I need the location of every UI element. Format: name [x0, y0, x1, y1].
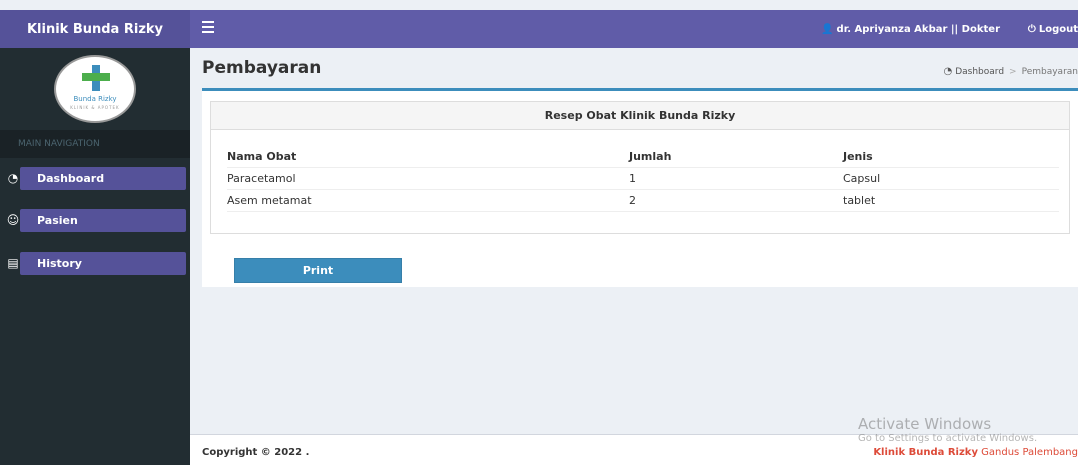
payment-box: Resep Obat Klinik Bunda Rizky Nama Obat …	[202, 88, 1078, 287]
breadcrumb: ◔ Dashboard > Pembayaran	[943, 66, 1078, 77]
table-cell: tablet	[843, 194, 876, 207]
sidebar-item-label: History	[37, 257, 82, 270]
clinic-logo: Bunda Rizky KLINIK & APOTEK	[54, 55, 136, 123]
user-name: dr. Apriyanza Akbar || Dokter	[836, 23, 1000, 35]
nav-header: MAIN NAVIGATION	[0, 130, 190, 158]
users-icon: ☺	[6, 213, 20, 227]
logo-subtext: KLINIK & APOTEK	[70, 105, 120, 110]
user-menu[interactable]: 👤 dr. Apriyanza Akbar || Dokter	[821, 10, 1000, 48]
activation-watermark-title: Activate Windows	[858, 415, 992, 433]
logout-label: Logout	[1038, 23, 1078, 35]
table-row: Asem metamat 2 tablet	[227, 190, 1059, 212]
sidebar-item-history[interactable]: ▤ History	[7, 252, 186, 275]
credit-brand[interactable]: Klinik Bunda Rizky	[873, 447, 978, 458]
footer-credit: Klinik Bunda Rizky Gandus Palembang	[873, 447, 1078, 458]
logout-button[interactable]: ⏻ Logout	[1028, 10, 1078, 48]
brand-logo[interactable]: Klinik Bunda Rizky	[0, 10, 190, 48]
table-cell: Asem metamat	[227, 194, 312, 207]
dashboard-icon: ◔	[7, 171, 19, 185]
power-icon: ⏻	[1027, 23, 1036, 35]
user-icon: 👤	[821, 23, 834, 35]
copyright-text: Copyright © 2022 .	[202, 447, 310, 458]
prescription-panel: Resep Obat Klinik Bunda Rizky Nama Obat …	[210, 101, 1070, 234]
user-panel: Bunda Rizky KLINIK & APOTEK	[0, 48, 190, 130]
print-button[interactable]: Print	[234, 258, 402, 283]
book-icon: ▤	[7, 256, 19, 270]
table-cell: Paracetamol	[227, 172, 296, 185]
sidebar-item-pasien[interactable]: ☺ Pasien	[7, 209, 186, 232]
logo-text: Bunda Rizky	[73, 95, 117, 103]
activation-watermark-text: Go to Settings to activate Windows.	[858, 433, 1038, 444]
dashboard-icon: ◔	[943, 66, 953, 77]
prescription-title: Resep Obat Klinik Bunda Rizky	[211, 102, 1069, 130]
table-cell: Capsul	[843, 172, 881, 185]
prescription-table: Nama Obat Jumlah Jenis Paracetamol 1 Cap…	[227, 146, 1059, 212]
sidebar-item-dashboard[interactable]: ◔ Dashboard	[8, 167, 186, 190]
hamburger-menu-icon[interactable]	[202, 21, 214, 35]
brand-title: Klinik Bunda Rizky	[26, 21, 164, 37]
cross-icon	[82, 65, 110, 91]
top-navbar: 👤 dr. Apriyanza Akbar || Dokter ⏻ Logout	[190, 10, 1078, 48]
column-header: Nama Obat	[227, 150, 297, 163]
breadcrumb-current: Pembayaran	[1021, 66, 1078, 77]
table-cell: 2	[629, 194, 636, 207]
page-title: Pembayaran	[202, 58, 322, 78]
credit-location: Gandus Palembang	[981, 447, 1078, 458]
sidebar: Klinik Bunda Rizky Bunda Rizky KLINIK & …	[0, 10, 190, 465]
sidebar-item-label: Pasien	[37, 214, 78, 227]
sidebar-item-label: Dashboard	[37, 172, 105, 185]
column-header: Jenis	[843, 150, 873, 163]
column-header: Jumlah	[629, 150, 672, 163]
table-header: Nama Obat Jumlah Jenis	[227, 146, 1059, 168]
breadcrumb-dashboard[interactable]: Dashboard	[955, 67, 1004, 77]
breadcrumb-separator: >	[1009, 66, 1017, 77]
table-cell: 1	[629, 172, 636, 185]
table-row: Paracetamol 1 Capsul	[227, 168, 1059, 190]
